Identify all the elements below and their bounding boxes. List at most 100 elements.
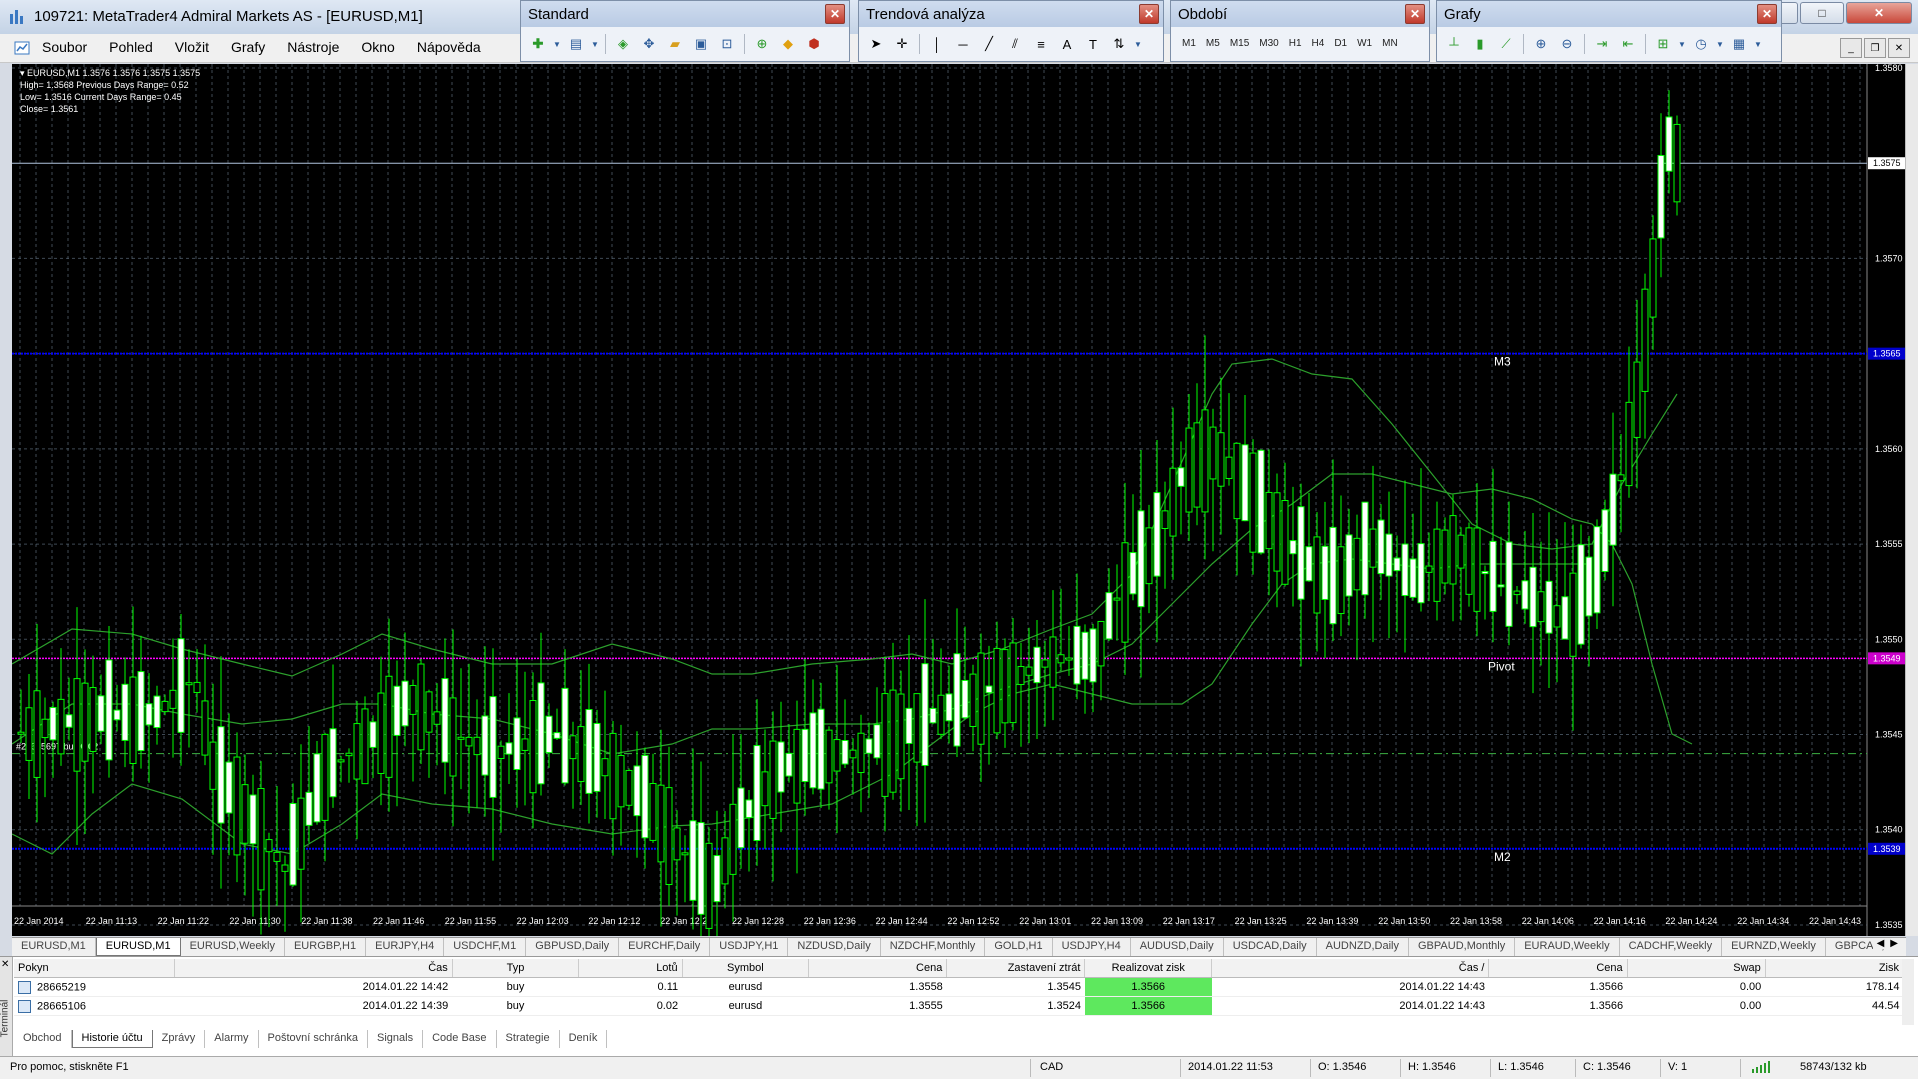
column-header[interactable]: Lotů bbox=[578, 959, 683, 978]
timeframe-m5-button[interactable]: M5 bbox=[1201, 34, 1225, 54]
dropdown-arrow-icon[interactable]: ▼ bbox=[1678, 33, 1686, 55]
dropdown-arrow-icon[interactable]: ▼ bbox=[1716, 33, 1724, 55]
menu-tools[interactable]: Nástroje bbox=[287, 39, 339, 55]
column-header[interactable]: Zastavení ztrát bbox=[946, 959, 1086, 978]
terminal-tab[interactable]: Code Base bbox=[423, 1030, 497, 1048]
timeframe-h1-button[interactable]: H1 bbox=[1284, 34, 1307, 54]
templates-icon[interactable]: ▦ bbox=[1728, 33, 1750, 55]
terminal-icon[interactable]: ▣ bbox=[690, 33, 712, 55]
text-icon[interactable]: A bbox=[1056, 33, 1078, 55]
mdi-restore-button[interactable]: ❐ bbox=[1864, 38, 1886, 58]
menu-window[interactable]: Okno bbox=[361, 39, 394, 55]
chart-tab[interactable]: EURAUD,Weekly bbox=[1515, 938, 1620, 956]
scroll-right-icon[interactable]: ▶ bbox=[1890, 938, 1898, 949]
menu-insert[interactable]: Vložit bbox=[175, 39, 209, 55]
standard-toolbar-caption[interactable]: Standard ✕ bbox=[521, 1, 849, 27]
chart-canvas[interactable]: 1.3580 1.3570 1.3565 1.3560 1.3555 1.3550 1.35… bbox=[12, 64, 1906, 936]
chart-tab[interactable]: NZDUSD,Daily bbox=[788, 938, 881, 956]
trendline-icon[interactable]: ╱ bbox=[978, 33, 1000, 55]
chart-tab[interactable]: AUDNZD,Daily bbox=[1317, 938, 1409, 956]
maximize-button[interactable]: □ bbox=[1800, 2, 1844, 24]
strategy-tester-icon[interactable]: ⊡ bbox=[716, 33, 738, 55]
column-header[interactable]: Cena bbox=[1488, 959, 1628, 978]
chart-tab[interactable]: GBPAUD,Monthly bbox=[1409, 938, 1516, 956]
chart-tab[interactable]: USDJPY,H4 bbox=[1053, 938, 1131, 956]
status-profile[interactable]: CAD bbox=[1040, 1061, 1063, 1073]
chart-tab[interactable]: EURGBP,H1 bbox=[285, 938, 367, 956]
bar-chart-icon[interactable]: ┴ bbox=[1443, 33, 1465, 55]
chart-window-icon[interactable] bbox=[14, 40, 30, 56]
column-header[interactable]: Typ bbox=[452, 959, 580, 978]
charts-toolbar-caption[interactable]: Grafy ✕ bbox=[1437, 1, 1781, 27]
menu-file[interactable]: Soubor bbox=[42, 39, 87, 55]
arrows-icon[interactable]: ⇅ bbox=[1108, 33, 1130, 55]
timeframe-m30-button[interactable]: M30 bbox=[1254, 34, 1283, 54]
column-header[interactable]: Čas / bbox=[1211, 959, 1490, 978]
indicators-icon[interactable]: ⊞ bbox=[1652, 33, 1674, 55]
column-header[interactable]: Realizovat zisk bbox=[1084, 959, 1213, 978]
standard-toolbar-close-icon[interactable]: ✕ bbox=[825, 4, 845, 24]
column-header[interactable]: Pokyn bbox=[14, 959, 176, 978]
terminal-close-icon[interactable]: ✕ bbox=[1, 959, 9, 970]
channel-icon[interactable]: ⫽ bbox=[1004, 33, 1026, 55]
column-header[interactable]: Cena bbox=[808, 959, 948, 978]
timeframe-m1-button[interactable]: M1 bbox=[1177, 34, 1201, 54]
dropdown-arrow-icon[interactable]: ▼ bbox=[1754, 33, 1762, 55]
periods-clock-icon[interactable]: ◷ bbox=[1690, 33, 1712, 55]
text-label-icon[interactable]: T bbox=[1082, 33, 1104, 55]
menu-view[interactable]: Pohled bbox=[109, 39, 153, 55]
chart-tab[interactable]: EURUSD,M1 bbox=[12, 938, 96, 956]
period-toolbar-caption[interactable]: Období ✕ bbox=[1171, 1, 1429, 27]
column-header[interactable]: Čas bbox=[174, 959, 453, 978]
mdi-minimize-button[interactable]: _ bbox=[1840, 38, 1862, 58]
timeframe-h4-button[interactable]: H4 bbox=[1307, 34, 1330, 54]
fibonacci-icon[interactable]: ≡ bbox=[1030, 33, 1052, 55]
menu-charts[interactable]: Grafy bbox=[231, 39, 265, 55]
chart-tab[interactable]: NZDCHF,Monthly bbox=[881, 938, 986, 956]
mdi-close-button[interactable]: ✕ bbox=[1888, 38, 1910, 58]
autotrading-icon[interactable]: ⬢ bbox=[803, 33, 825, 55]
autoscroll-icon[interactable]: ⇥ bbox=[1591, 33, 1613, 55]
charts-toolbar-close-icon[interactable]: ✕ bbox=[1757, 4, 1777, 24]
timeframe-mn-button[interactable]: MN bbox=[1377, 34, 1403, 54]
terminal-tab[interactable]: Deník bbox=[560, 1030, 608, 1048]
chart-tab[interactable]: USDCAD,Daily bbox=[1224, 938, 1317, 956]
chart-shift-icon[interactable]: ⇤ bbox=[1617, 33, 1639, 55]
data-window-icon[interactable]: ✥ bbox=[638, 33, 660, 55]
vertical-line-icon[interactable]: │ bbox=[926, 33, 948, 55]
market-watch-icon[interactable]: ◈ bbox=[612, 33, 634, 55]
chart-tab[interactable]: AUDUSD,Daily bbox=[1131, 938, 1224, 956]
terminal-tab[interactable]: Historie účtu bbox=[71, 1030, 153, 1048]
candlestick-chart-icon[interactable]: ▮ bbox=[1469, 33, 1491, 55]
order-row[interactable]: 28665106 2014.01.22 14:39 buy 0.02 eurusd 1.3… bbox=[14, 996, 1904, 1016]
chart-tab[interactable]: USDJPY,H1 bbox=[710, 938, 789, 956]
dropdown-arrow-icon[interactable]: ▼ bbox=[591, 33, 599, 55]
chart-tab[interactable]: USDCHF,M1 bbox=[444, 938, 527, 956]
cursor-icon[interactable]: ➤ bbox=[865, 33, 887, 55]
line-chart-icon[interactable]: ⟋ bbox=[1495, 33, 1517, 55]
terminal-scrollbar[interactable] bbox=[1902, 959, 1914, 1025]
new-chart-icon[interactable]: ✚ bbox=[527, 33, 549, 55]
crosshair-icon[interactable]: ✛ bbox=[891, 33, 913, 55]
profiles-icon[interactable]: ▤ bbox=[565, 33, 587, 55]
scroll-left-icon[interactable]: ◀ bbox=[1877, 938, 1885, 949]
dropdown-arrow-icon[interactable]: ▼ bbox=[553, 33, 561, 55]
chart-tab[interactable]: GBPUSD,Daily bbox=[526, 938, 620, 956]
period-toolbar-close-icon[interactable]: ✕ bbox=[1405, 4, 1425, 24]
terminal-tab[interactable]: Zprávy bbox=[153, 1030, 206, 1048]
chart-tab[interactable]: EURNZD,Weekly bbox=[1722, 938, 1826, 956]
terminal-tab[interactable]: Poštovní schránka bbox=[259, 1030, 369, 1048]
trend-toolbar-caption[interactable]: Trendová analýza ✕ bbox=[859, 1, 1163, 27]
zoom-out-icon[interactable]: ⊖ bbox=[1556, 33, 1578, 55]
chart-tab[interactable]: EURJPY,H4 bbox=[366, 938, 445, 956]
chart-tab[interactable]: EURUSD,M1 bbox=[95, 938, 181, 956]
timeframe-w1-button[interactable]: W1 bbox=[1352, 34, 1377, 54]
order-row[interactable]: 28665219 2014.01.22 14:42 buy 0.11 eurusd 1.3… bbox=[14, 977, 1904, 997]
column-header[interactable]: Symbol bbox=[682, 959, 810, 978]
chart-tab[interactable]: EURCHF,Daily bbox=[619, 938, 711, 956]
terminal-tab[interactable]: Strategie bbox=[497, 1030, 560, 1048]
timeframe-d1-button[interactable]: D1 bbox=[1329, 34, 1352, 54]
menu-help[interactable]: Nápověda bbox=[417, 39, 481, 55]
horizontal-line-icon[interactable]: ─ bbox=[952, 33, 974, 55]
chart-tab[interactable]: CADCHF,Weekly bbox=[1620, 938, 1723, 956]
